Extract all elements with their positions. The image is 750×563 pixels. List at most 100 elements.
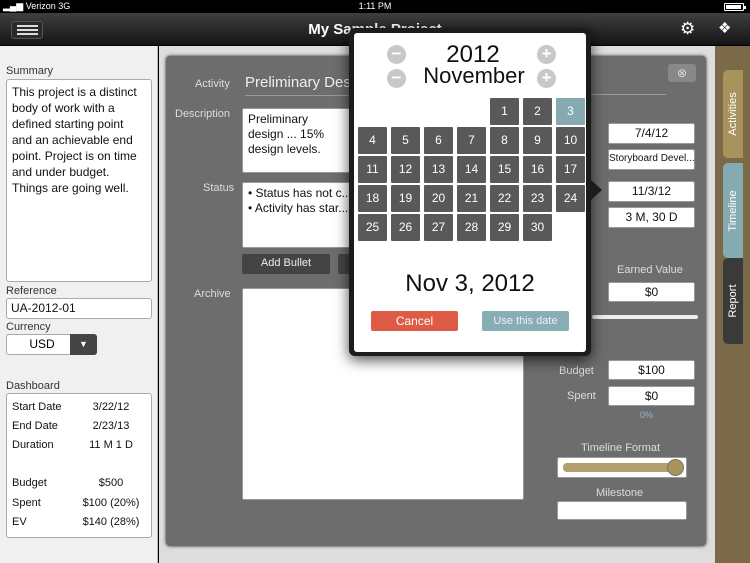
reference-label: Reference xyxy=(6,285,57,297)
tab-timeline[interactable]: Timeline xyxy=(723,163,743,258)
description-textarea[interactable]: Preliminary design ... 15% design levels… xyxy=(242,108,352,173)
calendar-day[interactable]: 27 xyxy=(424,214,453,241)
calendar-day[interactable]: 17 xyxy=(556,156,585,183)
status-bullet: • Activity has star... xyxy=(248,201,349,215)
calendar-day[interactable]: 12 xyxy=(391,156,420,183)
calendar-day[interactable]: 5 xyxy=(391,127,420,154)
duration-value: 11 M 1 D xyxy=(89,439,133,451)
selected-date: Nov 3, 2012 xyxy=(405,270,535,297)
timeline-format-label: Timeline Format xyxy=(581,442,661,454)
budget-field[interactable]: $100 xyxy=(608,360,695,380)
calendar-day[interactable]: 4 xyxy=(358,127,387,154)
activity-label: Activity xyxy=(195,78,230,90)
year-plus-button[interactable]: + xyxy=(537,45,556,64)
end-date-value: 2/23/13 xyxy=(92,420,130,432)
start-date-value: 3/22/12 xyxy=(92,401,130,413)
calendar-day[interactable]: 8 xyxy=(490,127,519,154)
add-bullet-button[interactable]: Add Bullet xyxy=(242,254,330,274)
timeline-format-slider[interactable] xyxy=(557,457,687,478)
popover-arrow xyxy=(591,180,602,200)
calendar-day[interactable]: 6 xyxy=(424,127,453,154)
duration-label: Duration xyxy=(12,439,54,451)
tab-report[interactable]: Report xyxy=(723,258,743,344)
spent-value: $100 (20%) xyxy=(82,497,140,509)
divider xyxy=(590,94,666,95)
ev-label: EV xyxy=(12,516,27,528)
budget-label: Budget xyxy=(559,365,594,377)
budget-label: Budget xyxy=(12,477,47,489)
calendar-day[interactable]: 25 xyxy=(358,214,387,241)
cancel-button[interactable]: Cancel xyxy=(371,311,458,331)
milestone-field[interactable] xyxy=(557,501,687,520)
calendar-day[interactable]: 14 xyxy=(457,156,486,183)
year-minus-button[interactable]: − xyxy=(387,45,406,64)
description-label: Description xyxy=(175,108,231,120)
calendar-day[interactable]: 18 xyxy=(358,185,387,212)
calendar-day[interactable]: 28 xyxy=(457,214,486,241)
end-date-field[interactable]: 11/3/12 xyxy=(608,181,695,202)
progress-bar xyxy=(592,315,698,319)
calendar-day[interactable]: 2 xyxy=(523,98,552,125)
status-bullet: • Status has not c... xyxy=(248,186,352,200)
calendar-day[interactable]: 20 xyxy=(424,185,453,212)
status-label: Status xyxy=(203,182,235,194)
calendar-day[interactable]: 15 xyxy=(490,156,519,183)
calendar-day[interactable]: 21 xyxy=(457,185,486,212)
calendar-day[interactable]: 30 xyxy=(523,214,552,241)
dashboard-box: Start Date 3/22/12 End Date 2/23/13 Dura… xyxy=(6,393,152,538)
start-date-field[interactable]: 7/4/12 xyxy=(608,123,695,144)
dashboard-label: Dashboard xyxy=(6,380,60,392)
summary-textarea[interactable]: This project is a distinct body of work … xyxy=(6,79,152,282)
milestone-label: Milestone xyxy=(596,487,644,499)
month-plus-button[interactable]: + xyxy=(537,69,556,88)
calendar-day[interactable]: 1 xyxy=(490,98,519,125)
calendar-day[interactable]: 11 xyxy=(358,156,387,183)
activity-name-field[interactable]: Preliminary Design xyxy=(245,74,350,96)
calendar-day[interactable]: 13 xyxy=(424,156,453,183)
status-textarea[interactable]: • Status has not c... • Activity has sta… xyxy=(242,182,352,248)
month-label: November xyxy=(423,63,525,88)
predecessor-field[interactable]: Storyboard Devel... xyxy=(608,149,695,170)
slider-track xyxy=(563,463,679,472)
dropbox-icon[interactable]: ❖ xyxy=(718,20,738,38)
duration-field[interactable]: 3 M, 30 D xyxy=(608,207,695,228)
ev-value: $140 (28%) xyxy=(82,516,140,528)
currency-value: USD xyxy=(29,337,55,351)
chevron-down-icon[interactable]: ▼ xyxy=(70,334,97,355)
spent-label: Spent xyxy=(12,497,41,509)
use-date-button[interactable]: Use this date xyxy=(482,311,569,331)
calendar-day[interactable]: 23 xyxy=(523,185,552,212)
spent-label: Spent xyxy=(567,390,596,402)
currency-label: Currency xyxy=(6,321,51,333)
calendar-day[interactable]: 7 xyxy=(457,127,486,154)
delete-icon[interactable]: ⊗ xyxy=(668,64,696,82)
tab-activities[interactable]: Activities xyxy=(723,70,743,158)
spent-field[interactable]: $0 xyxy=(608,386,695,406)
calendar-day[interactable]: 26 xyxy=(391,214,420,241)
gear-icon[interactable]: ⚙ xyxy=(680,20,698,38)
earned-value-field[interactable]: $0 xyxy=(608,282,695,302)
calendar-day[interactable]: 10 xyxy=(556,127,585,154)
battery-icon xyxy=(724,3,746,11)
calendar-day[interactable]: 19 xyxy=(391,185,420,212)
clock: 1:11 PM xyxy=(358,1,392,11)
start-date-label: Start Date xyxy=(12,401,62,413)
calendar-day[interactable]: 16 xyxy=(523,156,552,183)
screen: ▂▄▆ Verizon 3G 1:11 PM My Sample Project… xyxy=(0,0,750,563)
spent-percent: 0% xyxy=(640,410,654,420)
status-bar: ▂▄▆ Verizon 3G 1:11 PM xyxy=(0,0,750,13)
slider-handle[interactable] xyxy=(667,459,684,476)
currency-select[interactable]: USD ▼ xyxy=(6,334,97,355)
calendar-day[interactable]: 22 xyxy=(490,185,519,212)
calendar-day[interactable]: 3 xyxy=(556,98,585,125)
month-minus-button[interactable]: − xyxy=(387,69,406,88)
reference-field[interactable]: UA-2012-01 xyxy=(6,298,152,319)
end-date-label: End Date xyxy=(12,420,58,432)
calendar-day[interactable]: 24 xyxy=(556,185,585,212)
earned-value-label: Earned Value xyxy=(617,264,683,276)
calendar-day[interactable]: 9 xyxy=(523,127,552,154)
summary-label: Summary xyxy=(6,65,54,77)
budget-value: $500 xyxy=(98,477,124,489)
archive-label: Archive xyxy=(194,288,231,300)
calendar-day[interactable]: 29 xyxy=(490,214,519,241)
